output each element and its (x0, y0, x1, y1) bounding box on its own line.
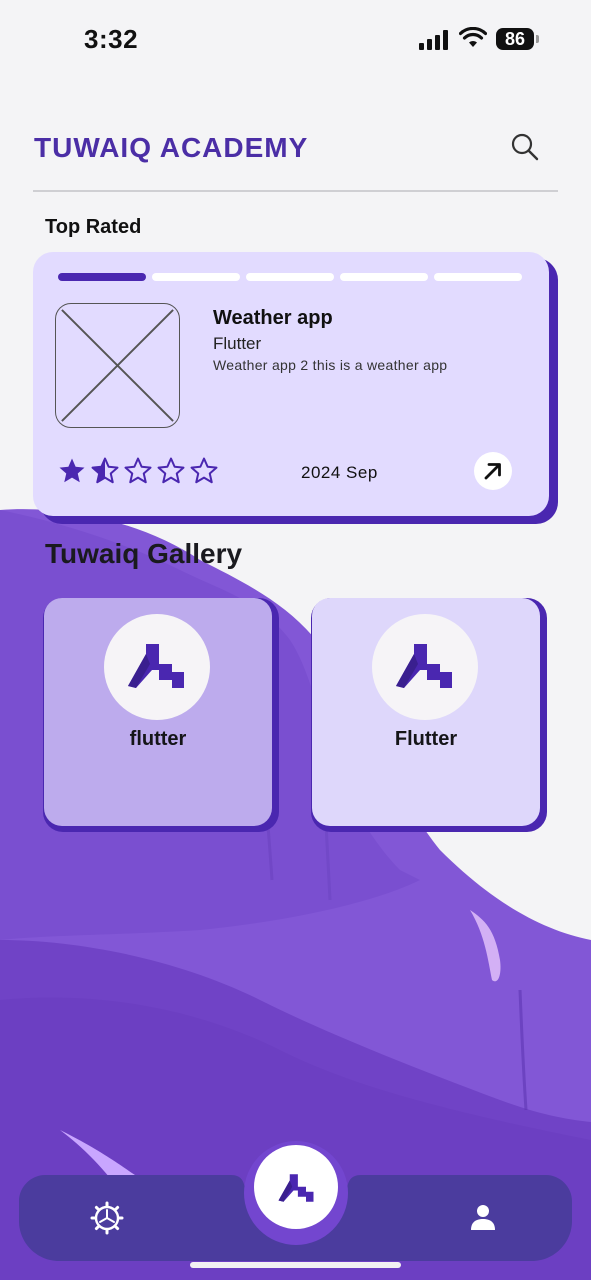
signal-icon (419, 30, 448, 50)
star-empty-icon (157, 457, 185, 484)
tuwaiq-logo-icon (278, 1174, 314, 1202)
gallery-item-avatar (104, 614, 210, 720)
card-subtitle: Flutter (213, 334, 262, 353)
app-header: TUWAIQ ACADEMY (33, 122, 558, 192)
gallery-item-avatar (372, 614, 478, 720)
carousel-indicator-segment (246, 273, 334, 281)
wifi-icon (459, 27, 487, 47)
home-button[interactable] (254, 1145, 338, 1229)
star-empty-icon (124, 457, 152, 484)
star-empty-icon (190, 457, 218, 484)
carousel-indicator (58, 273, 522, 281)
home-indicator[interactable] (190, 1262, 401, 1268)
star-half-icon (91, 457, 119, 484)
gallery-item-label: Flutter (394, 728, 458, 750)
settings-icon[interactable] (90, 1201, 124, 1235)
battery-icon: 86 (496, 28, 539, 50)
profile-icon[interactable] (469, 1203, 497, 1231)
card-date: 2024 Sep (301, 463, 378, 482)
card-description: Weather app 2 this is a weather app (213, 357, 448, 373)
tuwaiq-logo-icon (396, 644, 452, 688)
carousel-indicator-segment (152, 273, 240, 281)
gallery-item[interactable]: Flutter (312, 598, 540, 826)
gallery-item[interactable]: flutter (44, 598, 272, 826)
status-time: 3:32 (84, 24, 139, 54)
gallery-title: Tuwaiq Gallery (45, 538, 243, 569)
arrow-up-right-icon (484, 463, 501, 480)
top-rated-label: Top Rated (45, 216, 142, 238)
tuwaiq-logo-icon (128, 644, 184, 688)
carousel-indicator-segment (58, 273, 146, 281)
search-icon[interactable] (510, 132, 540, 162)
bottom-nav (19, 1141, 572, 1261)
carousel-indicator-segment (434, 273, 522, 281)
carousel-indicator-segment (340, 273, 428, 281)
image-placeholder-icon (55, 303, 180, 428)
status-bar: 3:32 86 (0, 0, 591, 80)
open-project-button[interactable] (474, 452, 512, 490)
star-rating (57, 456, 219, 486)
gallery-item-label: flutter (129, 728, 187, 750)
top-rated-card[interactable]: Weather app Flutter Weather app 2 this i… (33, 252, 549, 516)
app-title: TUWAIQ ACADEMY (34, 132, 309, 163)
star-filled-icon (59, 458, 85, 483)
card-title: Weather app (213, 307, 333, 329)
